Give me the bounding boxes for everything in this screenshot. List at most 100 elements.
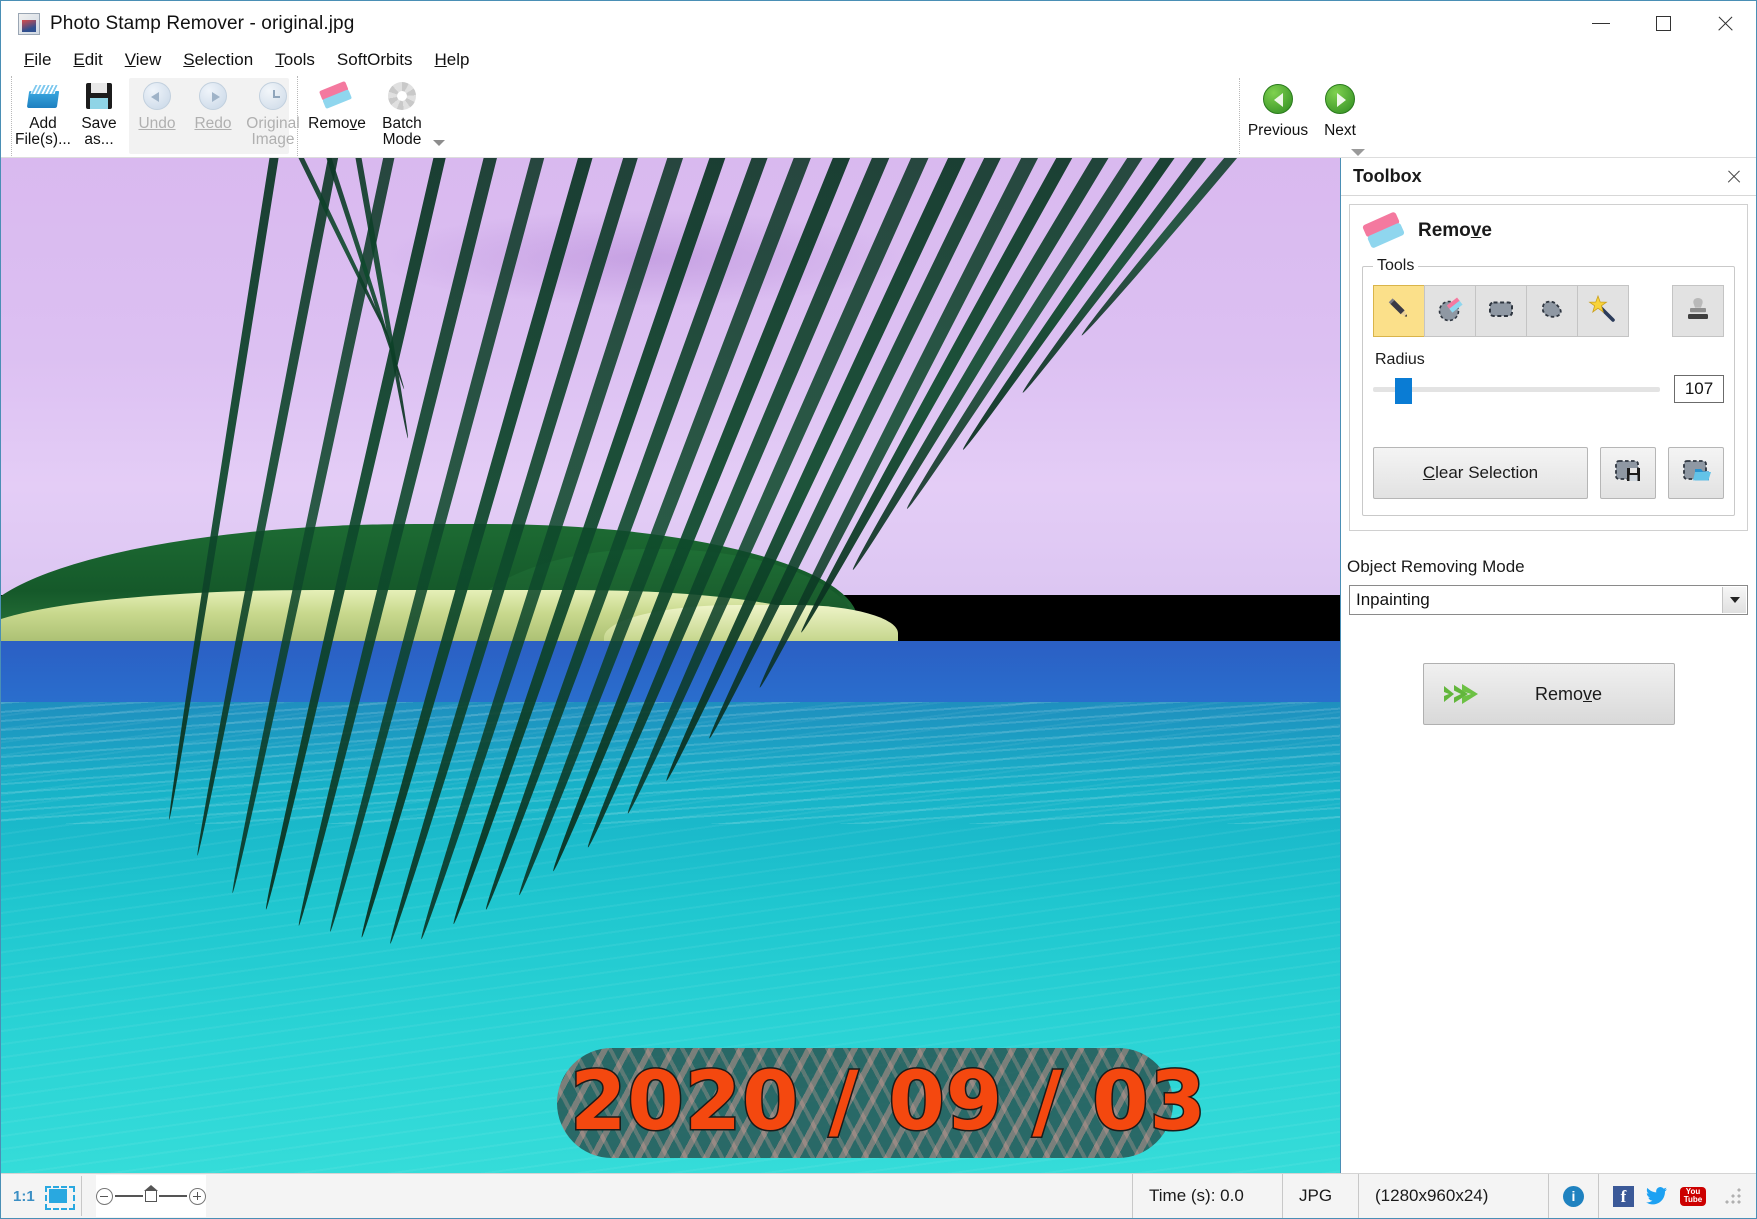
close-button[interactable]	[1694, 1, 1756, 47]
stamp-icon	[1683, 294, 1713, 329]
clock-history-icon	[259, 80, 287, 112]
menu-selection[interactable]: Selection	[172, 48, 264, 72]
photo-content: 2020 / 09 / 03	[1, 158, 1340, 1174]
undo-arrow-icon	[143, 80, 171, 112]
selection-actions-row: Clear Selection	[1373, 447, 1724, 499]
batch-mode-button[interactable]: Batch Mode	[371, 74, 433, 158]
toolbox-panel: Toolbox Remove Tools	[1340, 158, 1756, 1173]
image-canvas[interactable]: 2020 / 09 / 03	[1, 158, 1340, 1174]
rectangle-marquee-icon	[1486, 294, 1516, 329]
status-time: Time (s): 0.0	[1132, 1174, 1282, 1218]
ribbon-divider-left	[11, 76, 12, 156]
save-as-button[interactable]: Save as...	[71, 74, 127, 158]
redo-arrow-icon	[199, 80, 227, 112]
green-double-arrow-icon	[1442, 679, 1482, 709]
magic-wand-tool[interactable]	[1577, 285, 1629, 337]
toolbox-close-icon[interactable]	[1722, 165, 1746, 189]
status-info-cell: i	[1548, 1174, 1598, 1218]
resize-grip[interactable]	[1724, 1187, 1742, 1205]
close-icon	[1716, 15, 1734, 33]
sky-region	[1, 158, 1340, 595]
rectangle-select-tool[interactable]	[1475, 285, 1527, 337]
menu-edit[interactable]: Edit	[62, 48, 113, 72]
facebook-icon[interactable]: f	[1613, 1186, 1634, 1207]
youtube-icon[interactable]: You Tube	[1680, 1187, 1706, 1206]
maximize-button[interactable]	[1632, 1, 1694, 47]
remove-card-title: Remove	[1418, 220, 1492, 242]
remove-action-button[interactable]: Remove	[1423, 663, 1675, 725]
pencil-tool[interactable]	[1373, 285, 1425, 337]
title-bar: Photo Stamp Remover - original.jpg	[1, 0, 1756, 46]
remove-tool-card: Remove Tools	[1349, 204, 1748, 531]
open-folder-icon	[28, 80, 58, 112]
radius-value-input[interactable]: 107	[1674, 375, 1724, 403]
load-selection-button[interactable]	[1668, 447, 1724, 499]
menu-softorbits[interactable]: SoftOrbits	[326, 48, 424, 72]
zoom-reset-icon[interactable]	[145, 1190, 157, 1202]
zoom-in-icon[interactable]	[189, 1188, 206, 1205]
status-bar: 1:1 Time (s): 0.0 JPG (1280x960x24) i f …	[1, 1173, 1756, 1218]
window-title: Photo Stamp Remover - original.jpg	[50, 13, 354, 35]
ribbon-group-history: Undo Redo Original Image	[129, 74, 305, 158]
eraser-icon	[322, 80, 352, 112]
navigation-expand-icon[interactable]	[1351, 149, 1365, 156]
previous-button[interactable]: Previous	[1247, 78, 1309, 156]
menu-bar: File Edit View Selection Tools SoftOrbit…	[1, 46, 1756, 74]
status-format: JPG	[1282, 1174, 1358, 1218]
green-left-arrow-icon	[1263, 84, 1293, 114]
radius-control: 107	[1373, 375, 1724, 403]
original-image-button[interactable]: Original Image	[241, 74, 305, 158]
app-photo-icon	[18, 13, 40, 35]
object-removing-mode-select[interactable]: Inpainting	[1349, 585, 1748, 615]
load-selection-icon	[1681, 457, 1711, 490]
tools-group-label: Tools	[1373, 257, 1418, 275]
twitter-icon[interactable]	[1646, 1187, 1668, 1205]
window-controls	[1570, 1, 1756, 47]
application-window: Photo Stamp Remover - original.jpg File …	[0, 0, 1757, 1219]
clear-selection-button[interactable]: Clear Selection	[1373, 447, 1588, 499]
save-selection-icon	[1613, 457, 1643, 490]
menu-file[interactable]: File	[13, 48, 62, 72]
ribbon-group-navigation: Previous Next	[1239, 74, 1369, 158]
zoom-ratio-button[interactable]: 1:1	[1, 1188, 45, 1205]
maximize-icon	[1656, 16, 1671, 31]
minimize-button[interactable]	[1570, 1, 1632, 47]
info-icon[interactable]: i	[1563, 1186, 1584, 1207]
stamp-tool[interactable]	[1672, 285, 1724, 337]
pencil-icon	[1384, 294, 1414, 329]
add-files-button[interactable]: Add File(s)...	[15, 74, 71, 158]
status-social-cell: f You Tube	[1598, 1174, 1756, 1218]
eraser-tool[interactable]	[1424, 285, 1476, 337]
ribbon-group-file: Add File(s)... Save as...	[15, 74, 127, 158]
tools-group: Tools	[1362, 257, 1735, 516]
toolbox-title: Toolbox	[1353, 166, 1422, 187]
undo-button[interactable]: Undo	[129, 74, 185, 158]
redo-button[interactable]: Redo	[185, 74, 241, 158]
menu-view[interactable]: View	[114, 48, 173, 72]
radius-slider[interactable]	[1373, 378, 1660, 400]
zoom-slider[interactable]	[96, 1175, 206, 1217]
ribbon-toolbar: Add File(s)... Save as... Undo Redo Orig…	[1, 74, 1756, 158]
ribbon-group-actions: Remove Batch Mode	[303, 74, 433, 158]
sea-far-region	[1, 641, 1340, 702]
remove-ribbon-button[interactable]: Remove	[303, 74, 371, 158]
status-dimensions: (1280x960x24)	[1358, 1174, 1548, 1218]
status-divider-1	[81, 1176, 82, 1216]
fit-to-window-icon[interactable]	[45, 1186, 71, 1206]
actions-expand-icon[interactable]	[433, 140, 445, 146]
radius-slider-track	[1373, 387, 1660, 392]
object-removing-mode-value: Inpainting	[1350, 590, 1430, 610]
zoom-out-icon[interactable]	[96, 1188, 113, 1205]
tools-row	[1373, 285, 1724, 337]
menu-tools[interactable]: Tools	[264, 48, 326, 72]
green-right-arrow-icon	[1325, 84, 1355, 114]
chevron-down-icon[interactable]	[1722, 587, 1746, 613]
zoom-track-right	[159, 1195, 187, 1196]
remove-action-label: Remove	[1482, 684, 1674, 705]
radius-slider-thumb[interactable]	[1395, 378, 1412, 404]
magic-wand-icon	[1588, 294, 1618, 329]
save-selection-button[interactable]	[1600, 447, 1656, 499]
next-button[interactable]: Next	[1309, 78, 1371, 156]
lasso-tool[interactable]	[1526, 285, 1578, 337]
menu-help[interactable]: Help	[424, 48, 481, 72]
